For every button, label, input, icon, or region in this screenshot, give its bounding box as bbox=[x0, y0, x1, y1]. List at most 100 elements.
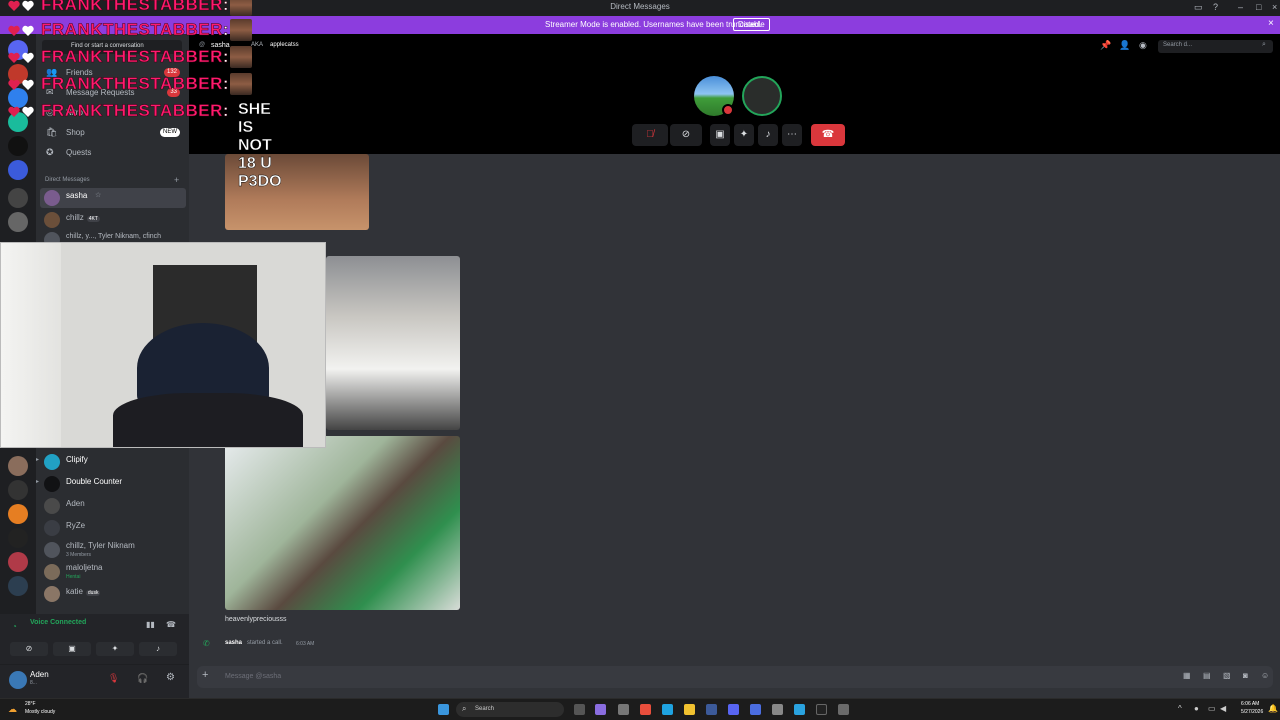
dm-item[interactable]: maloljetna Hentai bbox=[40, 562, 186, 582]
avatar[interactable] bbox=[9, 671, 27, 689]
server-icon[interactable] bbox=[8, 160, 28, 180]
clock-time[interactable]: 6:06 AM bbox=[1241, 701, 1259, 707]
dm-item[interactable]: chillz 4KT bbox=[40, 210, 186, 230]
volume-icon[interactable]: ◀ bbox=[1220, 704, 1226, 713]
soundboard-button[interactable]: ♪ bbox=[139, 642, 177, 656]
noise-suppression-icon[interactable]: ▮▮ bbox=[146, 620, 155, 629]
nav-quests[interactable]: ✪ Quests bbox=[44, 144, 184, 162]
aka-label: AKA bbox=[251, 42, 264, 48]
avatar bbox=[44, 542, 60, 558]
server-icon[interactable] bbox=[8, 480, 28, 500]
dm-item[interactable]: chillz, Tyler Niknam 3 Members bbox=[40, 540, 186, 560]
activities-button[interactable]: ✦ bbox=[734, 124, 754, 146]
call-time: 6:03 AM bbox=[296, 641, 315, 647]
emote-image bbox=[230, 0, 252, 16]
app-icon[interactable] bbox=[618, 704, 629, 715]
close-icon[interactable]: × bbox=[1272, 2, 1277, 12]
mute-icon[interactable]: 🎙 bbox=[108, 673, 119, 684]
profile-icon[interactable]: ◉ bbox=[1139, 40, 1147, 51]
hearts-icon bbox=[8, 105, 36, 117]
create-dm-icon[interactable]: + bbox=[174, 175, 179, 185]
dm-item[interactable]: sasha ☆ bbox=[40, 188, 186, 208]
taskbar-search[interactable]: ⌕ Search bbox=[456, 702, 564, 717]
gif-icon[interactable]: ▧ bbox=[1223, 671, 1231, 680]
app-icon[interactable] bbox=[838, 704, 849, 715]
mic-tray-icon[interactable]: ● bbox=[1194, 704, 1199, 713]
call-participant-avatar[interactable] bbox=[742, 76, 782, 116]
inbox-icon[interactable]: ▭ bbox=[1194, 2, 1203, 13]
emoji-icon[interactable]: ☺ bbox=[1261, 671, 1269, 680]
server-icon[interactable] bbox=[8, 552, 28, 572]
task-view-icon[interactable] bbox=[574, 704, 585, 715]
obs-icon[interactable] bbox=[816, 704, 827, 715]
add-attachment-icon[interactable]: + bbox=[202, 669, 208, 681]
maximize-icon[interactable]: □ bbox=[1256, 2, 1261, 12]
weather-desc: Mostly cloudy bbox=[25, 709, 56, 715]
user-panel: Aden 8... 🎙 🎧 ⚙ bbox=[0, 664, 189, 698]
server-icon[interactable] bbox=[8, 504, 28, 524]
banner-close-icon[interactable]: × bbox=[1268, 18, 1274, 29]
server-icon[interactable] bbox=[8, 528, 28, 548]
app-icon[interactable] bbox=[595, 704, 606, 715]
muted-indicator-icon bbox=[722, 104, 734, 116]
dm-item[interactable]: Aden bbox=[40, 496, 186, 516]
settings-gear-icon[interactable]: ⚙ bbox=[166, 672, 175, 683]
server-icon[interactable] bbox=[8, 456, 28, 476]
minimize-icon[interactable]: – bbox=[1238, 2, 1243, 12]
dm-item[interactable]: katie dusk bbox=[40, 584, 186, 604]
app-icon[interactable] bbox=[750, 704, 761, 715]
apps-icon[interactable]: ▦ bbox=[1183, 671, 1191, 680]
user-status: 8... bbox=[30, 680, 37, 686]
nav-shop[interactable]: 🛍 Shop NEW bbox=[44, 124, 184, 142]
dm-item[interactable]: RyZe bbox=[40, 518, 186, 538]
discord-icon[interactable] bbox=[728, 704, 739, 715]
notifications-icon[interactable]: 🔔 bbox=[1268, 704, 1278, 713]
windows-start-icon[interactable] bbox=[438, 704, 449, 715]
voice-connected-panel: ◔ Voice Connected ▮▮ ☎ ⊘ ▣ ✦ ♪ bbox=[0, 614, 189, 664]
tray-chevron-icon[interactable]: ^ bbox=[1178, 704, 1182, 713]
end-call-button[interactable]: ☎ bbox=[811, 124, 845, 146]
activities-button[interactable]: ✦ bbox=[96, 642, 134, 656]
message-input[interactable]: Message @sasha bbox=[225, 673, 281, 680]
screen-share-button[interactable]: ▣ bbox=[710, 124, 730, 146]
search-input[interactable]: Search d... ⌕ bbox=[1158, 40, 1273, 53]
server-icon[interactable] bbox=[8, 136, 28, 156]
video-attachment[interactable] bbox=[326, 256, 460, 430]
pin-icon[interactable]: 📌 bbox=[1100, 40, 1111, 51]
camera-off-icon: ⊘ bbox=[681, 129, 691, 140]
network-icon[interactable]: ▭ bbox=[1208, 704, 1216, 713]
dm-item[interactable]: ▸ Double Counter bbox=[36, 474, 186, 494]
message-input-bar[interactable]: + Message @sasha ▦ ▤ ▧ ◙ ☺ bbox=[197, 666, 1273, 688]
server-icon[interactable] bbox=[8, 576, 28, 596]
help-icon[interactable]: ? bbox=[1213, 2, 1218, 12]
dm-item[interactable]: ▸ Clipify bbox=[36, 452, 186, 472]
app-icon[interactable] bbox=[772, 704, 783, 715]
disconnect-icon[interactable]: ☎ bbox=[166, 620, 176, 629]
clock-date[interactable]: 5/27/2026 bbox=[1241, 709, 1263, 715]
screen-share-button[interactable]: ▣ bbox=[53, 642, 91, 656]
server-icon[interactable] bbox=[8, 212, 28, 232]
sticker-icon[interactable]: ◙ bbox=[1243, 671, 1248, 680]
server-icon[interactable] bbox=[8, 188, 28, 208]
add-friends-icon[interactable]: 👤 bbox=[1119, 40, 1130, 51]
dm-name: Double Counter bbox=[66, 477, 123, 486]
file-explorer-icon[interactable] bbox=[684, 704, 695, 715]
avatar bbox=[44, 498, 60, 514]
edge-icon[interactable] bbox=[662, 704, 673, 715]
soundboard-button[interactable]: ♪ bbox=[758, 124, 778, 146]
camera-toggle-button[interactable]: ⊘ bbox=[670, 124, 702, 146]
mic-muted-icon: 🎙̸ bbox=[646, 129, 654, 140]
disable-streamer-mode-button[interactable]: Disable bbox=[733, 18, 770, 31]
gift-icon[interactable]: ▤ bbox=[1203, 671, 1211, 680]
app-icon[interactable] bbox=[706, 704, 717, 715]
mic-toggle-button[interactable]: 🎙̸ bbox=[632, 124, 668, 146]
call-user[interactable]: sasha bbox=[225, 640, 242, 646]
telegram-icon[interactable] bbox=[794, 704, 805, 715]
chrome-icon[interactable] bbox=[640, 704, 651, 715]
video-attachment[interactable] bbox=[225, 436, 460, 610]
hearts-icon bbox=[8, 78, 36, 90]
more-options-button[interactable]: ⋯ bbox=[782, 124, 802, 146]
headset-icon[interactable]: 🎧 bbox=[137, 673, 148, 684]
camera-button[interactable]: ⊘ bbox=[10, 642, 48, 656]
dm-section-header: Direct Messages bbox=[45, 177, 90, 183]
